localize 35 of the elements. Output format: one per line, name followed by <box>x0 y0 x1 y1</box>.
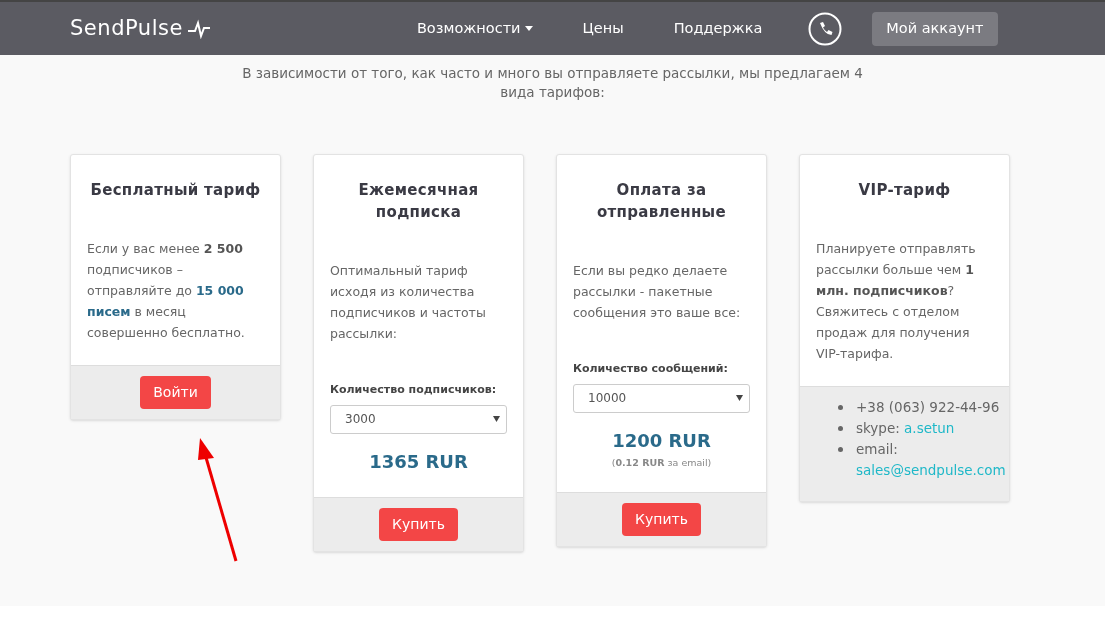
plan-action-button[interactable]: Купить <box>622 502 701 536</box>
nav-link[interactable]: Цены <box>582 17 624 40</box>
bullet-icon <box>838 447 843 452</box>
plan-title: VIP-тариф <box>857 180 952 201</box>
plan-description: Если у вас менее 2 500 подписчиков – отправляйте до 15 000 писем в месяц совершенно бесплатно. <box>87 240 246 342</box>
dropdown-arrow-icon <box>493 416 500 422</box>
plan-description: Если вы редко делаете рассылки - пакетные сообщения это ваше все: <box>573 262 742 322</box>
phone-icon[interactable] <box>808 11 843 46</box>
price-note: (0.12 RUR за email) <box>610 455 713 470</box>
plan-description: Оптимальный тариф исходя из количества подписчиков и частоты рассылки: <box>330 262 487 343</box>
caret-icon <box>524 26 533 31</box>
plan-title: Бесплатный тариф <box>89 180 262 201</box>
nav-link[interactable]: Поддержка <box>673 17 763 40</box>
quantity-select[interactable]: 10000 <box>573 383 750 413</box>
logo-text[interactable]: SendPulse <box>70 12 183 45</box>
plan-title: Ежемесячная подписка <box>357 180 480 223</box>
plan-title: Оплата за отправленные <box>596 180 727 223</box>
select-label: Количество сообщений: <box>573 361 729 377</box>
account-button[interactable]: Мой аккаунт <box>872 11 998 46</box>
contact-item: skype: a.setun <box>856 419 955 438</box>
price: 1200 RUR <box>611 428 712 453</box>
nav-link[interactable]: Возможности <box>416 17 533 40</box>
plan-action-button[interactable]: Войти <box>140 376 211 409</box>
dropdown-arrow-icon <box>736 395 743 401</box>
pulse-icon <box>186 18 211 39</box>
quantity-select[interactable]: 3000 <box>330 404 507 434</box>
price: 1365 RUR <box>368 449 469 474</box>
bullet-icon <box>838 426 843 431</box>
plan-action-button[interactable]: Купить <box>379 507 458 541</box>
bullet-icon <box>838 405 843 410</box>
contact-item: +38 (063) 922-44-96 <box>856 398 1000 417</box>
contact-item: email: sales@sendpulse.com <box>856 440 1007 480</box>
plan-description: Планируете отправлять рассылки больше чем 1 млн. подписчиков? Свяжитесь с отделом продаж для получения VIP-тарифа. <box>816 240 977 363</box>
intro-text: В зависимости от того, как часто и много вы отправляете рассылки, мы предлагаем 4 вида тарифов: <box>241 64 864 102</box>
select-label: Количество подписчиков: <box>330 382 498 398</box>
